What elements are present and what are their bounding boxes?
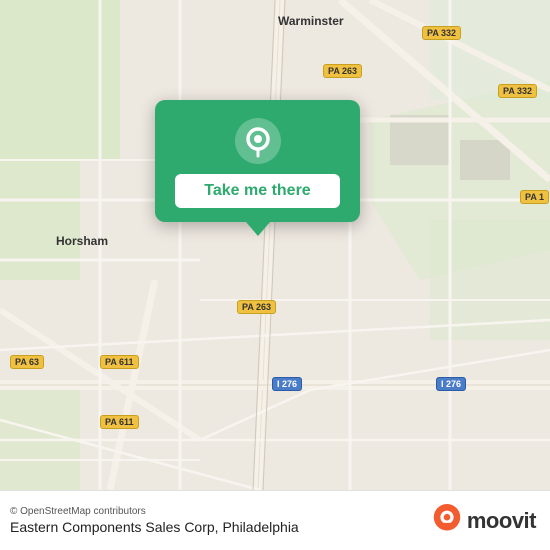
take-me-there-button[interactable]: Take me there	[175, 174, 340, 208]
road-badge-i276-2: I 276	[436, 377, 466, 391]
road-badge-pa332-2: PA 332	[498, 84, 537, 98]
moovit-wordmark: moovit	[467, 508, 536, 534]
road-badge-pa1: PA 1	[520, 190, 549, 204]
location-popup: Take me there	[155, 100, 360, 222]
map-view: Warminster Horsham PA 332 PA 263 PA 332 …	[0, 0, 550, 490]
road-badge-pa263-1: PA 263	[323, 64, 362, 78]
road-badge-pa611-2: PA 611	[100, 415, 139, 429]
attribution-text: © OpenStreetMap contributors	[10, 506, 299, 517]
bottom-bar: © OpenStreetMap contributors Eastern Com…	[0, 490, 550, 550]
road-badge-pa332-1: PA 332	[422, 26, 461, 40]
road-badge-pa263-2: PA 263	[237, 300, 276, 314]
location-text: Eastern Components Sales Corp, Philadelp…	[10, 519, 299, 535]
bottom-left: © OpenStreetMap contributors Eastern Com…	[10, 506, 299, 535]
place-label-warminster: Warminster	[278, 14, 344, 28]
road-badge-i276-1: I 276	[272, 377, 302, 391]
road-badge-pa63: PA 63	[10, 355, 44, 369]
moovit-logo: moovit	[433, 504, 536, 538]
road-badge-pa611-1: PA 611	[100, 355, 139, 369]
pin-icon	[235, 118, 281, 164]
place-label-horsham: Horsham	[56, 234, 108, 248]
moovit-pin-icon	[433, 504, 461, 538]
